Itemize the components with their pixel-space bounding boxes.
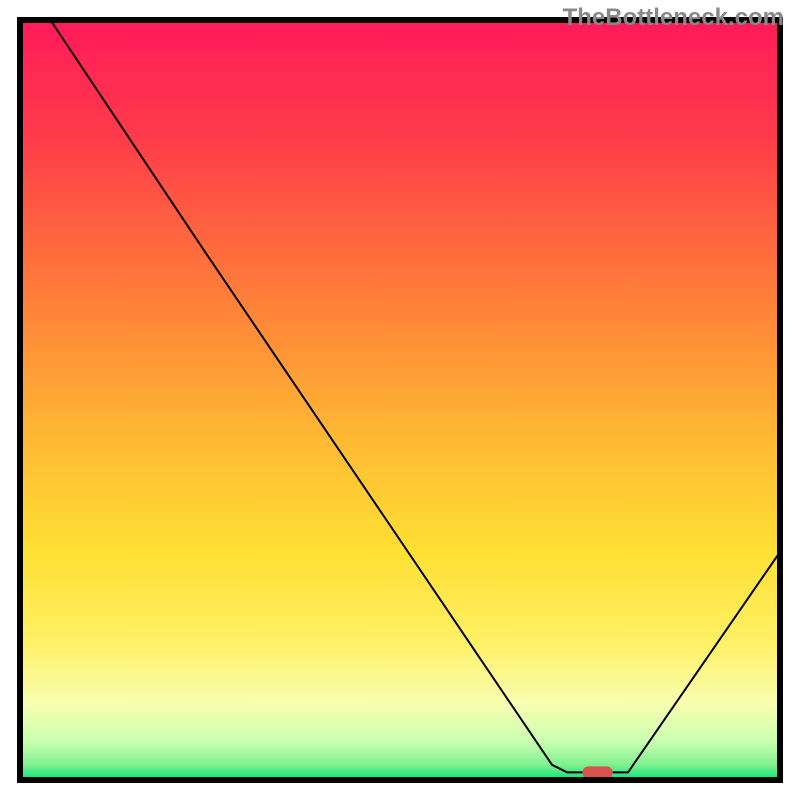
watermark-text: TheBottleneck.com	[563, 4, 784, 32]
bottleneck-chart: TheBottleneck.com	[0, 0, 800, 800]
optimal-marker	[582, 766, 612, 778]
gradient-background	[20, 20, 780, 780]
chart-svg	[0, 0, 800, 800]
